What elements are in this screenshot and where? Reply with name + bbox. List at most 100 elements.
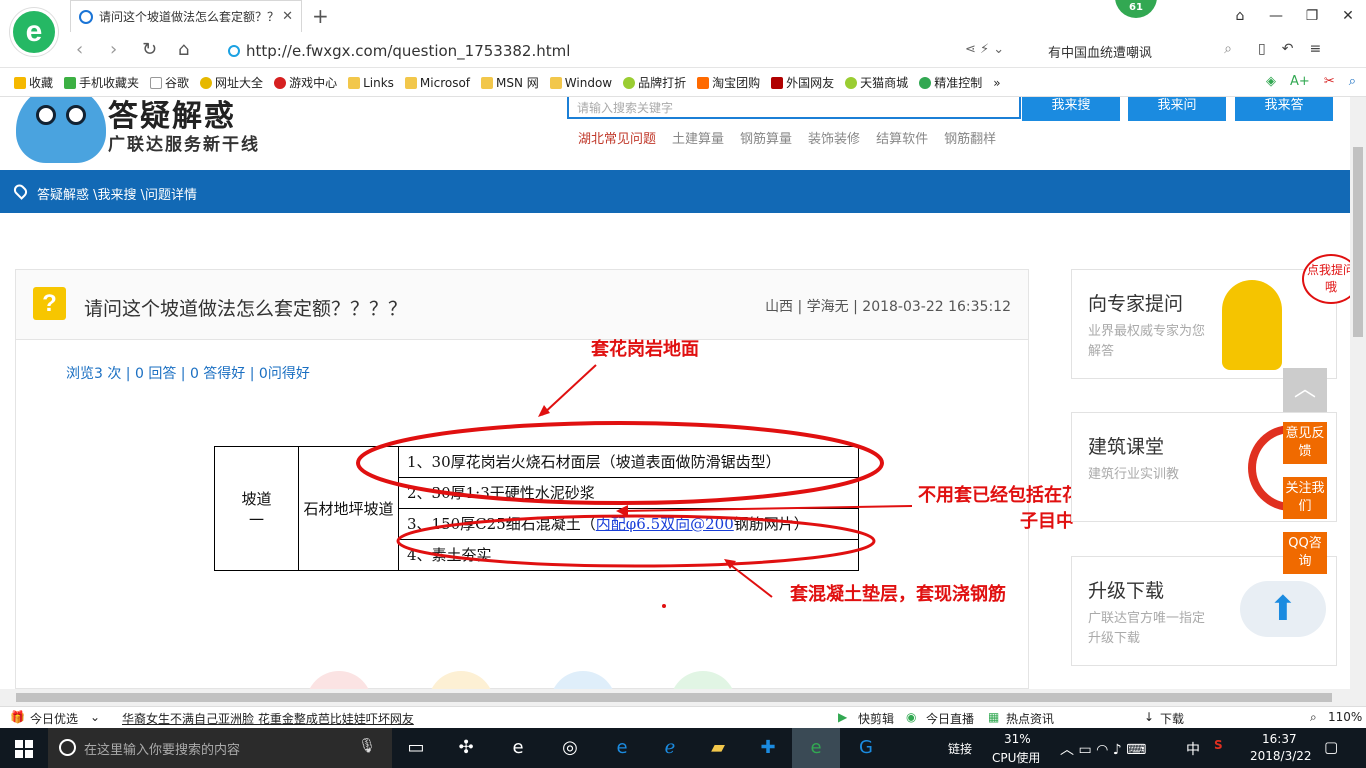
bookmark-item[interactable]: 精准控制 (919, 74, 982, 91)
magnifier-icon[interactable]: ⌕ (1349, 74, 1356, 89)
ask-expert-title: 向专家提问 (1088, 293, 1184, 315)
bookmark-item[interactable]: Links (348, 76, 394, 90)
live-icon: ◉ (906, 710, 917, 724)
bookmark-item[interactable]: MSN 网 (481, 74, 539, 91)
annotation-arrow (541, 364, 597, 416)
active-tab[interactable]: 请问这个坡道做法怎么套定额？？？？ ✕ (70, 0, 302, 32)
menu-icon[interactable]: ≡ (1309, 41, 1321, 57)
taobao-icon (697, 76, 710, 89)
annotation-concrete: 套混凝土垫层，套现浇钢筋 (790, 584, 1006, 605)
scroll-thumb[interactable] (1353, 147, 1363, 337)
browser-status-bar: 🎁 今日优选 ⌄ 华裔女生不满自己亚洲脸 花重金整成芭比娃娃吓坏网友 ▶ 快剪辑… (0, 706, 1366, 728)
undo-icon[interactable]: ↶ (1282, 41, 1294, 57)
browser-logo-icon[interactable]: e (10, 8, 58, 56)
notification-icon[interactable]: ▢ (1324, 738, 1338, 756)
bookmarks-more-icon[interactable]: » (993, 76, 1000, 90)
home-button[interactable]: ⌂ (178, 39, 189, 60)
new-tab-button[interactable]: + (312, 4, 329, 28)
tab-title: 请问这个坡道做法怎么套定额？？？？ (99, 10, 276, 24)
tab-close-icon[interactable]: ✕ (282, 9, 293, 24)
edge-app-icon[interactable]: e (598, 728, 646, 768)
start-button[interactable] (0, 728, 48, 768)
annotation-granite: 套花岗岩地面 (591, 339, 699, 360)
shield-icon[interactable]: ◈ (1266, 74, 1276, 89)
annotation-arrow (621, 505, 913, 512)
restore-button[interactable]: ❐ (1294, 0, 1330, 32)
glodon-app-icon[interactable]: G (842, 728, 890, 768)
bookmark-item[interactable]: 网址大全 (200, 74, 263, 91)
microphone-icon[interactable]: 🎙 (358, 738, 376, 754)
forward-button[interactable]: › (110, 39, 117, 60)
hot-news-link[interactable]: 热点资讯 (1006, 710, 1054, 727)
task-view-icon[interactable]: ▭ (392, 728, 440, 768)
ie-app-icon[interactable]: e (494, 728, 542, 768)
browser-app-icon[interactable]: ◎ (546, 728, 594, 768)
url-field[interactable]: http://e.fwxgx.com/question_1753382.html (228, 40, 1018, 62)
annotation-included-2: 子目中 (1020, 511, 1074, 532)
shirt-icon[interactable]: ⌂ (1222, 0, 1258, 32)
folder-icon (481, 76, 494, 89)
bookmark-item[interactable]: 手机收藏夹 (64, 74, 139, 91)
site-icon (200, 76, 213, 89)
bookmark-item[interactable]: 外国网友 (771, 74, 834, 91)
fan-app-icon[interactable]: ✣ (442, 728, 490, 768)
explorer-app-icon[interactable]: ▰ (694, 728, 742, 768)
page-icon (150, 76, 163, 89)
tool-app-icon[interactable]: ✚ (744, 728, 792, 768)
scissors-icon[interactable]: ✂ (1324, 74, 1335, 89)
cortana-icon (59, 739, 76, 756)
share-icon[interactable]: ⋖ ⚡ ⌄ (965, 42, 1004, 57)
refresh-button[interactable]: ↻ (142, 39, 157, 60)
search-icon[interactable]: ⌕ (1224, 41, 1232, 57)
bookmark-item[interactable]: Microsof (404, 76, 470, 90)
bookmark-item[interactable]: Window (549, 76, 612, 90)
sogou-icon[interactable]: S (1214, 738, 1223, 752)
qq-consult-button[interactable]: QQ咨询 (1283, 532, 1327, 574)
zoom-level[interactable]: 110% (1328, 710, 1362, 724)
upgrade-download-desc: 广联达官方唯一指定升级下载 (1088, 611, 1206, 646)
chevron-down-icon[interactable]: ⌄ (90, 710, 100, 724)
scroll-thumb[interactable] (16, 693, 1332, 702)
minimize-button[interactable]: — (1258, 0, 1294, 32)
site-info-icon[interactable] (228, 45, 240, 57)
ask-bubble[interactable]: 点我提问哦 (1302, 254, 1350, 304)
news-ticker[interactable]: 华裔女生不满自己亚洲脸 花重金整成芭比娃娃吓坏网友 (122, 710, 414, 727)
bookmark-item[interactable]: 品牌打折 (623, 74, 686, 91)
tray-icons[interactable]: ︿ ▭ ◠ ♪ ⌨ (1060, 739, 1146, 759)
notification-badge[interactable]: 61 (1115, 0, 1157, 18)
download-link[interactable]: 下载 (1160, 710, 1184, 727)
taskbar-search-input[interactable]: 在这里输入你要搜索的内容 🎙 (48, 728, 392, 768)
bookmark-item[interactable]: 收藏 (14, 74, 53, 91)
ask-expert-card[interactable]: 向专家提问 业界最权威专家为您解答 点我提问哦 (1071, 254, 1350, 379)
kuaijian-link[interactable]: 快剪辑 (858, 710, 894, 727)
feedback-button[interactable]: 意见反馈 (1283, 422, 1327, 464)
leaf-icon (623, 76, 636, 89)
ask-expert-desc: 业界最权威专家为您解答 (1088, 324, 1206, 359)
mobile-icon[interactable]: ▯ (1258, 41, 1266, 57)
bookmark-item[interactable]: 淘宝团购 (697, 74, 760, 91)
close-button[interactable]: ✕ (1330, 0, 1366, 32)
clock-time[interactable]: 16:37 (1262, 732, 1297, 746)
clock-date[interactable]: 2018/3/22 (1250, 749, 1312, 763)
bookmark-item[interactable]: 天猫商城 (845, 74, 908, 91)
bookmark-item[interactable]: 游戏中心 (274, 74, 337, 91)
gift-icon: 🎁 (10, 710, 25, 724)
link-label[interactable]: 链接 (948, 740, 972, 757)
back-button[interactable]: ‹ (76, 39, 83, 60)
browser-search-input[interactable]: 有中国血统遭嘲讽 ⌕ (1040, 38, 1240, 64)
live-link[interactable]: 今日直播 (926, 710, 974, 727)
bookmark-label: Links (363, 75, 394, 90)
ie-blue-app-icon[interactable]: ℯ (646, 728, 694, 768)
cpu-percent: 31% (1004, 732, 1031, 746)
vertical-scrollbar[interactable] (1350, 97, 1366, 689)
active-browser-app-icon[interactable]: e (792, 728, 840, 768)
daily-picks[interactable]: 今日优选 (30, 710, 78, 727)
windows-taskbar: 在这里输入你要搜索的内容 🎙 ▭ ✣ e ◎ e ℯ ▰ ✚ e G 链接 31… (0, 728, 1366, 768)
toolbar-extensions: ◈ A+ ✂ ⌕ (1266, 74, 1356, 89)
translate-icon[interactable]: A+ (1290, 74, 1310, 89)
horizontal-scrollbar[interactable] (0, 689, 1366, 706)
follow-button[interactable]: 关注我们 (1283, 477, 1327, 519)
bookmark-item[interactable]: 谷歌 (150, 74, 189, 91)
back-to-top-button[interactable]: ︿ (1283, 368, 1327, 412)
ime-indicator[interactable]: 中 (1186, 739, 1200, 759)
